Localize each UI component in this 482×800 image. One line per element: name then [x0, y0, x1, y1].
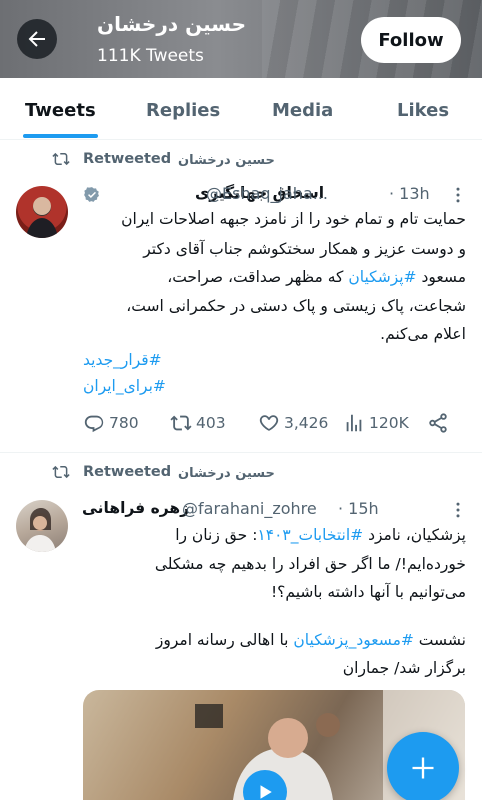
like-button[interactable]: 3,426 — [258, 412, 328, 434]
author-handle[interactable]: @farahani_zohre — [182, 499, 317, 518]
reply-button[interactable]: 780 — [83, 412, 139, 434]
views-count: 120K — [369, 414, 409, 432]
tweet-count: 111K Tweets — [97, 46, 204, 66]
tweet-body-line: برگزار شد/ جماران — [342, 659, 466, 677]
tab-tweets[interactable]: Tweets — [25, 100, 96, 121]
reply-icon — [84, 415, 104, 433]
tweet-body-line: اعلام می‌کنم. — [380, 325, 466, 343]
profile-name: حسین درخشان — [97, 12, 247, 36]
arrow-left-icon — [28, 31, 45, 47]
retweet-count: 403 — [196, 414, 226, 432]
tweet-body-line: می‌توانیم با آنها داشته باشیم؟! — [270, 583, 466, 601]
share-icon — [429, 413, 447, 433]
retweet-button[interactable]: 403 — [170, 412, 226, 434]
tweet-divider — [0, 452, 482, 453]
hashtag-link[interactable]: #پزشکیان — [348, 268, 416, 286]
author-name[interactable]: زهره فراهانی — [82, 499, 189, 517]
tweet-body-line-with-hashtag: مسعود #پزشکیان که مظهر صداقت، صراحت، — [167, 268, 466, 286]
hashtag-link[interactable]: #برای_ایران — [83, 377, 166, 395]
retweeted-label: Retweeted — [83, 464, 172, 480]
retweet-icon — [52, 152, 70, 166]
avatar-photo — [24, 508, 56, 552]
tab-media[interactable]: Media — [272, 100, 333, 121]
views-icon — [346, 414, 362, 432]
hashtag-link[interactable]: #مسعود_پزشکیان — [293, 631, 413, 649]
compose-tweet-button[interactable] — [387, 732, 459, 800]
tweet-time[interactable]: · 15h — [338, 499, 379, 518]
reply-count: 780 — [109, 414, 139, 432]
tweet-body-line: نشست #مسعود_پزشکیان با اهالی رسانه امروز — [155, 631, 466, 649]
avatar[interactable] — [16, 500, 68, 552]
active-tab-indicator — [23, 134, 98, 138]
tweet-body-line: پزشکیان، نامزد #انتخابات_۱۴۰۳: حق زنان ر… — [175, 526, 466, 544]
heart-icon — [259, 415, 279, 431]
retweeted-by[interactable]: حسین درخشان — [178, 153, 275, 168]
retweeted-by[interactable]: حسین درخشان — [178, 466, 275, 481]
views-button[interactable]: 120K — [343, 412, 409, 434]
tweet-body-line: خورده‌ایم!/ ما اگر حق افراد را بدهیم چه … — [154, 555, 466, 573]
like-count: 3,426 — [284, 414, 329, 432]
retweeted-label: Retweeted — [83, 151, 172, 167]
profile-header: حسین درخشان 111K Tweets Follow — [0, 0, 482, 78]
tweet-body-line: مسعود #پزشکیان که مظهر صداقت، صراحت، — [167, 268, 466, 286]
more-icon[interactable] — [448, 185, 468, 205]
tab-replies[interactable]: Replies — [146, 100, 220, 121]
hashtag-link[interactable]: #انتخابات_۱۴۰۳ — [257, 526, 363, 544]
follow-button[interactable]: Follow — [361, 17, 461, 63]
retweet-icon — [170, 415, 192, 431]
verified-badge-icon — [84, 187, 99, 202]
play-icon — [260, 785, 272, 799]
tweet-time[interactable]: · 13h — [389, 184, 430, 203]
more-icon[interactable] — [448, 500, 468, 520]
avatar-photo — [26, 197, 58, 238]
plus-icon — [412, 757, 434, 779]
tweet-body-line: شجاعت، پاک زیستی و پاک دستی در حکمرانی ا… — [126, 297, 466, 315]
share-button[interactable] — [427, 412, 449, 434]
tweet-body-line: و دوست عزیز و همکار سختکوشم جناب آقای دک… — [143, 240, 466, 258]
tab-likes[interactable]: Likes — [397, 100, 449, 121]
avatar[interactable] — [16, 186, 68, 238]
profile-tabs: Tweets Replies Media Likes — [0, 78, 482, 140]
author-handle[interactable]: @Eshaq_jaha... — [206, 184, 328, 203]
retweet-icon — [52, 465, 70, 479]
back-button[interactable] — [17, 19, 57, 59]
tweet-body-line: حمایت تام و تمام خود را از نامزد جبهه اص… — [121, 210, 466, 228]
hashtag-link[interactable]: #قرار_جدید — [83, 351, 162, 369]
